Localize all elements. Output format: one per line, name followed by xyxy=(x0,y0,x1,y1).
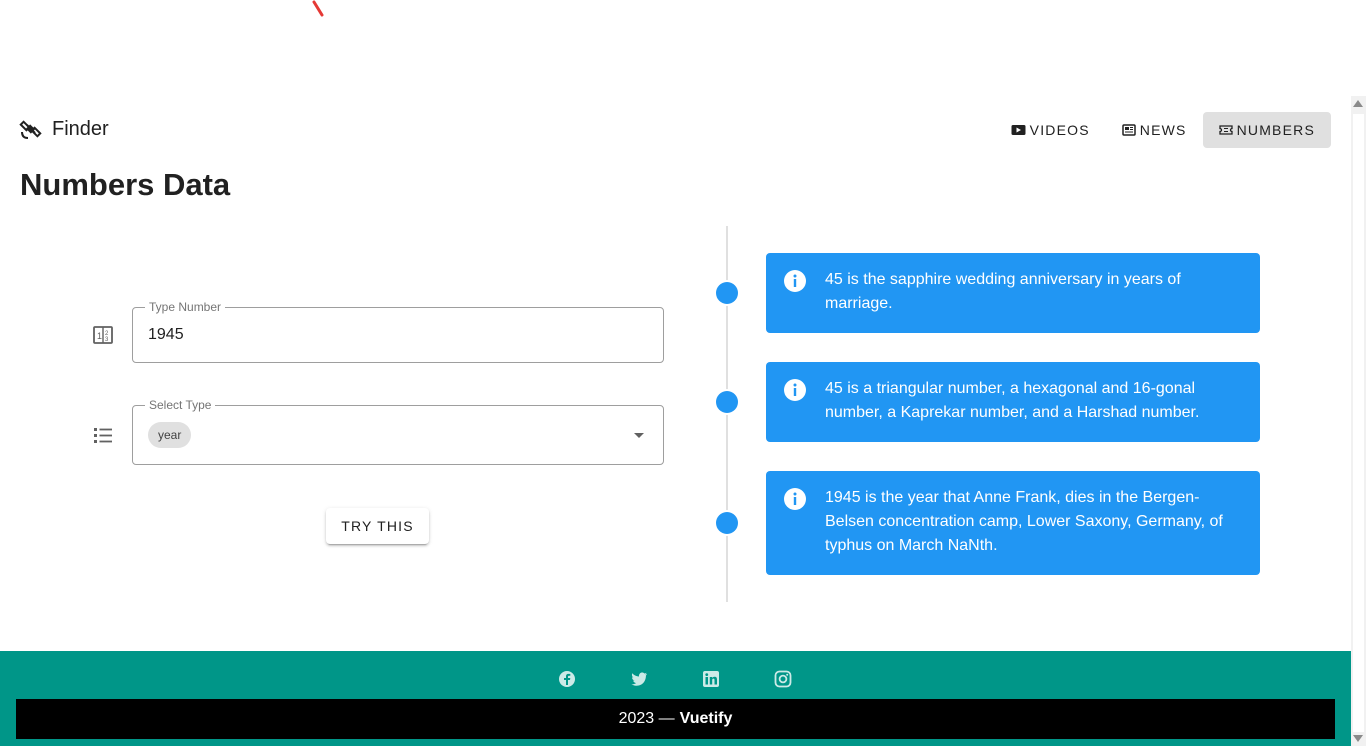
top-nav: VIDEOS NEWS NUMBERS xyxy=(995,112,1331,148)
twitter-icon[interactable] xyxy=(630,670,648,688)
brand[interactable]: Finder xyxy=(18,116,109,142)
fact-card: 1945 is the year that Anne Frank, dies i… xyxy=(766,471,1260,575)
fact-text: 45 is the sapphire wedding anniversary i… xyxy=(825,271,1181,312)
svg-text:1: 1 xyxy=(97,331,102,341)
nav-news-button[interactable]: NEWS xyxy=(1106,112,1203,148)
nav-videos-button[interactable]: VIDEOS xyxy=(995,112,1106,148)
fact-text: 1945 is the year that Anne Frank, dies i… xyxy=(825,489,1223,554)
nav-numbers-button[interactable]: NUMBERS xyxy=(1202,112,1331,148)
newspaper-icon xyxy=(1122,124,1136,136)
footer-copyright: 2023 — Vuetify xyxy=(16,699,1335,739)
try-this-button[interactable]: TRY THIS xyxy=(326,508,429,544)
footer-year: 2023 — xyxy=(618,710,675,727)
number-field[interactable]: Type Number 1945 xyxy=(132,300,664,363)
scrollbar-thumb[interactable] xyxy=(1353,114,1364,732)
scroll-down-arrow-icon[interactable] xyxy=(1353,735,1363,742)
fact-text: 45 is a triangular number, a hexagonal a… xyxy=(825,380,1200,421)
scroll-up-arrow-icon[interactable] xyxy=(1353,100,1363,107)
list-icon xyxy=(94,428,112,443)
timeline-dot xyxy=(714,280,740,306)
info-icon xyxy=(784,379,806,401)
page-title: Numbers Data xyxy=(20,167,231,202)
fact-card: 45 is the sapphire wedding anniversary i… xyxy=(766,253,1260,333)
brand-name: Finder xyxy=(52,117,109,140)
nav-numbers-label: NUMBERS xyxy=(1236,122,1315,138)
red-stroke-mark xyxy=(312,0,324,17)
footer-brand: Vuetify xyxy=(679,710,733,727)
nav-videos-label: VIDEOS xyxy=(1029,122,1090,138)
info-icon xyxy=(784,270,806,292)
facebook-icon[interactable] xyxy=(558,670,576,688)
type-select[interactable]: Select Type year xyxy=(132,398,664,465)
numeric-icon: 1 2 3 xyxy=(93,326,113,344)
instagram-icon[interactable] xyxy=(774,670,792,688)
type-chip[interactable]: year xyxy=(148,422,192,448)
video-icon xyxy=(1011,125,1026,135)
type-select-label: Select Type xyxy=(145,398,216,412)
fact-card: 45 is a triangular number, a hexagonal a… xyxy=(766,362,1260,442)
satellite-icon xyxy=(19,120,42,139)
nav-news-label: NEWS xyxy=(1139,122,1187,138)
ticket-icon xyxy=(1218,125,1233,135)
dropdown-arrow-icon[interactable] xyxy=(634,433,644,438)
info-icon xyxy=(784,488,806,510)
timeline-dot xyxy=(714,389,740,415)
linkedin-icon[interactable] xyxy=(702,670,720,688)
number-field-label: Type Number xyxy=(145,300,226,314)
timeline-dot xyxy=(714,510,740,536)
number-input[interactable]: 1945 xyxy=(148,326,184,344)
